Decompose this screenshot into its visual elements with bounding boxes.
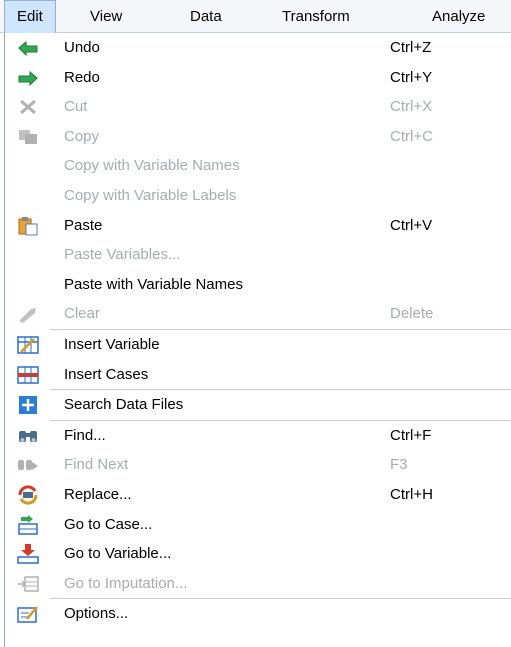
menu-data[interactable]: Data [178, 0, 234, 33]
menu-item-copy-with-variable-names[interactable]: Copy with Variable Names [5, 151, 511, 181]
menu-item-copy-with-variable-labels[interactable]: Copy with Variable Labels [5, 181, 511, 211]
menu-item-paste-with-variable-names[interactable]: Paste with Variable Names [5, 270, 511, 300]
clear-icon [17, 304, 39, 324]
insert-variable-icon [17, 335, 39, 355]
menu-item-paste-variables[interactable]: Paste Variables... [5, 240, 511, 270]
options-icon [17, 604, 39, 624]
menu-item-shortcut: Ctrl+H [390, 485, 433, 503]
menu-bar: Edit View Data Transform Analyze [0, 0, 511, 33]
menu-item-insert-variable[interactable]: Insert Variable [5, 330, 511, 360]
menu-item-label: Insert Variable [64, 335, 160, 353]
replace-icon [17, 485, 39, 505]
insert-cases-icon [17, 365, 39, 385]
paste-icon [17, 216, 39, 236]
menu-item-label: Paste with Variable Names [64, 275, 243, 293]
menu-item-paste[interactable]: Paste Ctrl+V [5, 211, 511, 241]
menu-item-label: Copy [64, 127, 100, 145]
menu-item-go-to-case[interactable]: Go to Case... [5, 510, 511, 540]
menu-item-label: Replace... [64, 485, 132, 503]
go-to-case-icon [17, 514, 39, 535]
menu-item-go-to-variable[interactable]: Go to Variable... [5, 539, 511, 569]
menu-item-label: Paste [64, 216, 103, 234]
menu-item-search-data-files[interactable]: Search Data Files [5, 390, 511, 420]
menu-item-copy[interactable]: Copy Ctrl+C [5, 122, 511, 152]
menu-item-go-to-imputation[interactable]: Go to Imputation... [5, 569, 511, 599]
menu-item-label: Search Data Files [64, 396, 184, 414]
menu-item-options[interactable]: Options... [5, 599, 511, 629]
search-data-files-icon [17, 395, 39, 415]
menu-item-label: Find... [64, 426, 106, 444]
menu-item-label: Go to Variable... [64, 545, 172, 563]
menu-item-label: Insert Cases [64, 365, 149, 383]
menu-item-cut[interactable]: Cut Ctrl+X [5, 92, 511, 122]
menu-item-label: Go to Imputation... [64, 574, 188, 592]
menu-item-shortcut: Ctrl+X [390, 98, 433, 116]
menu-item-insert-cases[interactable]: Insert Cases [5, 360, 511, 390]
menu-item-label: Copy with Variable Names [64, 157, 240, 175]
menu-item-label: Cut [64, 98, 88, 116]
menu-item-shortcut: Ctrl+Z [390, 39, 432, 56]
menu-item-redo[interactable]: Redo Ctrl+Y [5, 63, 511, 93]
go-to-variable-icon [17, 544, 39, 564]
menu-item-shortcut: F3 [390, 456, 408, 474]
menu-item-find-next[interactable]: Find Next F3 [5, 450, 511, 480]
menu-item-shortcut: Ctrl+C [390, 127, 433, 145]
menu-item-label: Undo [64, 39, 100, 56]
menu-item-label: Find Next [64, 456, 129, 474]
copy-icon [17, 127, 39, 147]
menu-item-label: Redo [64, 68, 100, 86]
menu-item-label: Paste Variables... [64, 246, 181, 264]
menu-edit[interactable]: Edit [4, 0, 56, 33]
go-to-imputation-icon [17, 574, 39, 594]
menu-analyze[interactable]: Analyze [420, 0, 497, 33]
menu-item-label: Copy with Variable Labels [64, 186, 237, 204]
menu-item-undo[interactable]: Undo Ctrl+Z [5, 33, 511, 63]
menu-item-shortcut: Delete [390, 305, 434, 323]
menu-transform[interactable]: Transform [270, 0, 362, 33]
find-next-icon [17, 455, 39, 475]
menu-item-replace[interactable]: Replace... Ctrl+H [5, 480, 511, 510]
find-icon [17, 426, 39, 446]
menu-item-find[interactable]: Find... Ctrl+F [5, 421, 511, 451]
menu-item-shortcut: Ctrl+F [390, 426, 432, 444]
menu-view[interactable]: View [78, 0, 134, 33]
menu-item-label: Options... [64, 605, 129, 623]
menu-item-shortcut: Ctrl+V [390, 216, 433, 234]
undo-icon [17, 38, 39, 58]
menu-item-label: Go to Case... [64, 515, 153, 533]
redo-icon [17, 68, 39, 88]
cut-icon [17, 97, 39, 117]
edit-dropdown-menu: Undo Ctrl+Z Redo Ctrl+Y Cut Ctrl+X Copy … [4, 33, 511, 647]
menu-item-shortcut: Ctrl+Y [390, 68, 433, 86]
menu-item-label: Clear [64, 305, 100, 323]
menu-item-clear[interactable]: Clear Delete [5, 299, 511, 329]
